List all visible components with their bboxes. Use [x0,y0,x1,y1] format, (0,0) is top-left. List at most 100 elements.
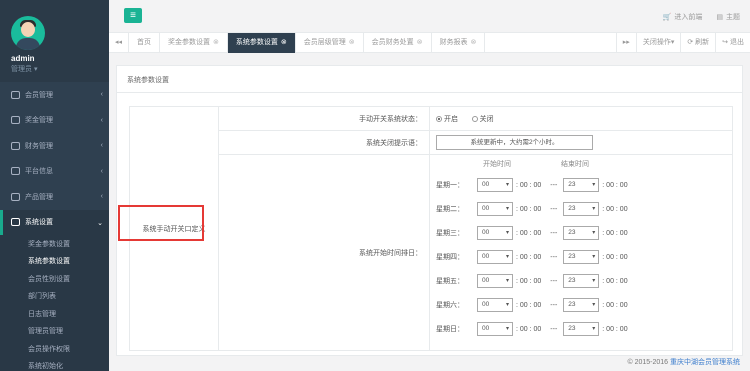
range-separator: --- [550,301,558,309]
tab-scroll-right-button[interactable]: ▸▸ [615,33,636,53]
schedule-row: 星期四：00: 00 : 00---23: 00 : 00 [436,245,732,269]
radio-off[interactable]: 关闭 [471,115,494,123]
theme-link[interactable]: ▤ 主题 [716,12,740,22]
day-label: 星期四： [436,254,464,261]
tab-system-params[interactable]: 系统参数设置 ⊗ [227,33,296,53]
submenu-logs[interactable]: 日志管理 [0,305,109,323]
close-msg-input[interactable]: 系统更新中，大约需2个小时。 [436,135,593,150]
sidebar-item-label: 系统设置 [25,219,53,227]
admin-name: admin [11,54,35,63]
start-min-sec: : 00 : 00 [516,325,542,333]
grid-icon [11,192,20,201]
enter-frontend-label: 进入前端 [674,14,703,21]
range-separator: --- [550,325,558,333]
double-chevron-right-icon: ▸▸ [622,39,630,46]
enter-frontend-link[interactable]: 🛒 进入前端 [663,12,703,22]
tab-member-levels[interactable]: 会员层级管理 ⊗ [296,33,364,53]
submenu-bonus-params[interactable]: 奖金参数设置 [0,235,109,253]
close-icon[interactable]: ⊗ [349,39,355,46]
tab-home[interactable]: 首页 [129,33,160,53]
users-icon [11,90,20,99]
exit-label: 退出 [730,39,744,46]
sidebar-item-products[interactable]: 产品管理 ‹ [0,184,109,210]
exit-button[interactable]: ↪ 退出 [715,33,750,53]
sidebar-item-finance[interactable]: 财务管理 ‹ [0,133,109,159]
submenu-system-params[interactable]: 系统参数设置 [0,253,109,271]
close-icon[interactable]: ⊗ [471,39,477,46]
radio-unchecked-icon [471,115,478,122]
start-hour-select[interactable]: 00 [477,274,513,288]
schedule-row: 星期二：00: 00 : 00---23: 00 : 00 [436,197,732,221]
tab-bonus-params[interactable]: 奖金参数设置 ⊗ [160,33,228,53]
start-hour-select[interactable]: 00 [477,178,513,192]
end-hour-select[interactable]: 23 [563,250,600,264]
range-separator: --- [550,253,558,261]
content-panel: 系统参数设置 系统手动开关口定义 手动开关系统状态： 开启 关闭 系统关闭提示语… [116,65,743,356]
sidebar-item-system-settings[interactable]: 系统设置 ⌄ [0,209,109,235]
close-icon[interactable]: ⊗ [213,39,219,46]
start-hour-select[interactable]: 00 [477,322,513,336]
start-min-sec: : 00 : 00 [516,277,542,285]
schedule-row: 星期六：00: 00 : 00---23: 00 : 00 [436,293,732,317]
submenu-member-permissions[interactable]: 会员操作权限 [0,340,109,358]
avatar[interactable] [11,16,45,50]
end-min-sec: : 00 : 00 [602,325,628,333]
tab-finance-report[interactable]: 财务报表 ⊗ [432,33,486,53]
submenu-system-init[interactable]: 系统初始化 [0,358,109,371]
sidebar-item-bonus[interactable]: 奖金管理 ‹ [0,108,109,134]
theme-icon: ▤ [716,14,723,21]
settings-table: 系统手动开关口定义 手动开关系统状态： 开启 关闭 系统关闭提示语： 系统更新中… [129,106,733,351]
tab-label: 财务报表 [439,39,468,46]
close-icon[interactable]: ⊗ [281,39,287,46]
schedule-cell: 开始时间 结束时间 星期一：00: 00 : 00---23: 00 : 00星… [429,154,733,351]
tab-member-finance[interactable]: 会员财务处置 ⊗ [364,33,432,53]
tab-actions: ▸▸ 关闭操作▾ ⟳ 刷新 ↪ 退出 [615,33,750,53]
start-hour-select[interactable]: 00 [477,226,513,240]
end-hour-select[interactable]: 23 [563,322,600,336]
wallet-icon [11,141,20,150]
end-hour-select[interactable]: 23 [563,226,600,240]
schedule-row: 星期一：00: 00 : 00---23: 00 : 00 [436,173,732,197]
day-label: 星期二： [436,206,464,213]
end-hour-select[interactable]: 23 [563,274,600,288]
close-icon[interactable]: ⊗ [417,39,423,46]
end-min-sec: : 00 : 00 [602,253,628,261]
end-min-sec: : 00 : 00 [602,229,628,237]
end-hour-select[interactable]: 23 [563,202,600,216]
tab-label: 会员层级管理 [303,39,346,46]
hamburger-icon: ≡ [130,10,136,21]
schedule-row: 星期日：00: 00 : 00---23: 00 : 00 [436,317,732,341]
tab-label: 首页 [137,39,151,46]
sidebar: admin 管理员 ▾ 会员管理 ‹ 奖金管理 ‹ 财务管理 ‹ 平台信息 ‹ … [0,0,109,371]
sidebar-item-members[interactable]: 会员管理 ‹ [0,82,109,108]
sidebar-item-platform[interactable]: 平台信息 ‹ [0,159,109,185]
chevron-left-icon: ‹ [100,91,103,98]
refresh-icon: ⟳ [687,39,694,46]
close-ops-dropdown[interactable]: 关闭操作▾ [635,33,681,53]
close-msg-label: 系统关闭提示语： [218,130,430,155]
highlight-box [118,205,204,241]
copyright: © 2015-2016 [627,359,669,366]
sidebar-item-label: 财务管理 [25,142,53,150]
menu-toggle-button[interactable]: ≡ [124,8,142,23]
start-hour-select[interactable]: 00 [477,298,513,312]
tab-scroll-left-button[interactable]: ◂◂ [109,33,129,53]
footer-link[interactable]: 重庆中湖会员管理系统 [670,359,740,366]
submenu-admins[interactable]: 管理员管理 [0,323,109,341]
refresh-button[interactable]: ⟳ 刷新 [680,33,715,53]
end-min-sec: : 00 : 00 [602,181,628,189]
settings-icon [11,218,20,227]
end-hour-select[interactable]: 23 [563,178,600,192]
submenu-member-gender[interactable]: 会员性别设置 [0,270,109,288]
start-hour-select[interactable]: 00 [477,250,513,264]
info-icon [11,167,20,176]
radio-on[interactable]: 开启 [436,116,458,123]
day-label: 星期一： [436,182,464,189]
admin-role-dropdown[interactable]: 管理员 ▾ [11,64,109,74]
submenu-departments[interactable]: 部门列表 [0,288,109,306]
end-hour-select[interactable]: 23 [563,298,600,312]
range-separator: --- [550,205,558,213]
day-rows: 星期一：00: 00 : 00---23: 00 : 00星期二：00: 00 … [436,173,732,341]
start-hour-select[interactable]: 00 [477,202,513,216]
theme-label: 主题 [726,14,740,21]
